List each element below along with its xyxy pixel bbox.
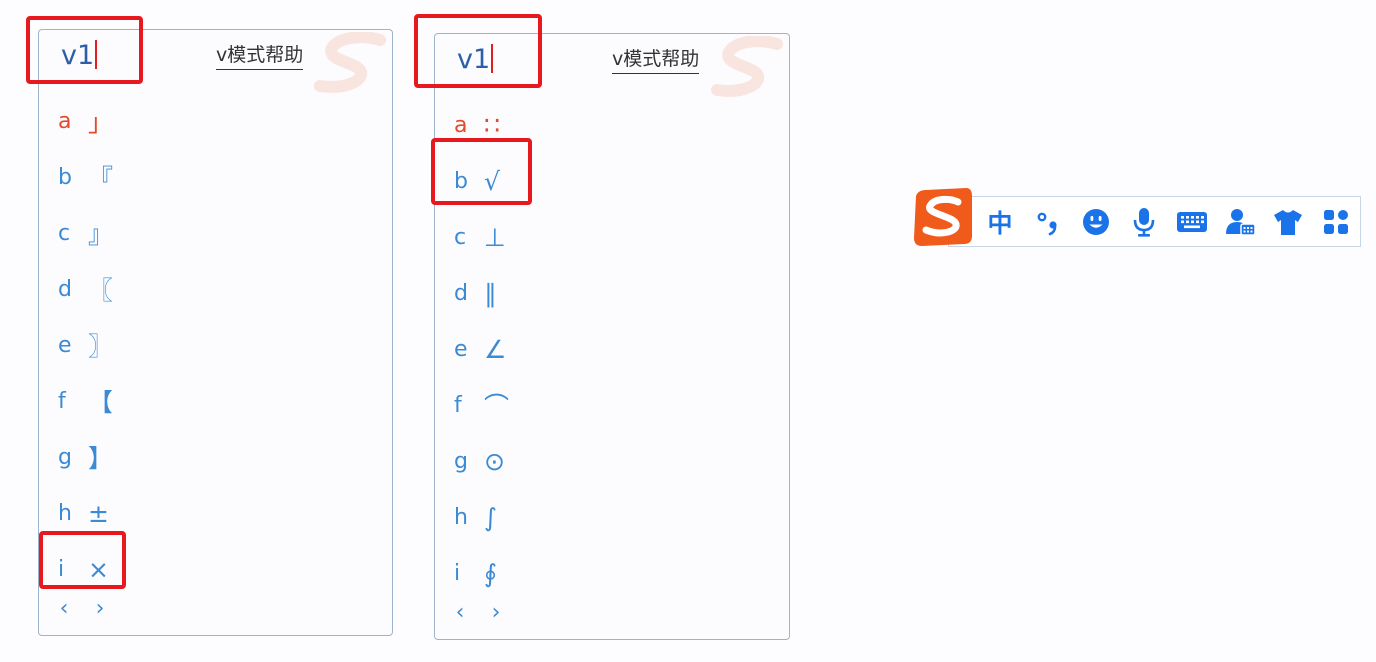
candidate-key: f: [58, 388, 66, 414]
candidate-item[interactable]: d ∥: [454, 265, 509, 321]
pager: ‹ ›: [57, 596, 107, 621]
keyboard-icon[interactable]: [1174, 204, 1210, 240]
v-mode-help-link[interactable]: v模式帮助: [612, 46, 700, 74]
candidate-symbol: ∫: [484, 502, 498, 532]
candidate-item[interactable]: b 『: [58, 149, 113, 205]
toolbox-grid-icon[interactable]: [1318, 204, 1354, 240]
candidate-symbol: 】: [88, 444, 114, 473]
candidate-item[interactable]: b √: [454, 153, 509, 209]
candidate-symbol: 〗: [88, 332, 114, 361]
punctuation-icon[interactable]: [1030, 204, 1066, 240]
candidate-key: h: [58, 500, 72, 526]
candidate-symbol: 【: [88, 388, 114, 417]
candidate-symbol: ⌒: [484, 392, 510, 421]
candidate-item[interactable]: i ×: [58, 541, 113, 597]
candidate-panel-1: v1 v模式帮助 a」 b 『c』 d 〖 e 〗 f 【g】 h ± i × ‹ ›: [38, 29, 393, 636]
composition-value: v1: [61, 40, 95, 71]
candidate-symbol: 〖: [88, 276, 114, 305]
sogou-logo-watermark-icon: [314, 32, 386, 93]
candidate-item[interactable]: a」: [58, 93, 113, 149]
user-account-icon[interactable]: [1222, 204, 1258, 240]
next-page-button[interactable]: ›: [93, 596, 107, 621]
candidate-key: a: [58, 108, 72, 134]
next-page-button[interactable]: ›: [489, 600, 503, 625]
candidate-item[interactable]: h ±: [58, 485, 113, 541]
candidate-key: e: [58, 332, 72, 358]
candidate-key: a: [454, 112, 468, 138]
candidate-key: f: [454, 392, 462, 418]
candidate-key: d: [58, 276, 72, 302]
candidate-symbol: ∠: [484, 334, 507, 364]
candidate-symbol: ∥: [484, 278, 497, 308]
candidate-symbol: ∷: [484, 110, 500, 140]
pager: ‹ ›: [453, 600, 503, 625]
candidate-key: g: [58, 444, 72, 470]
microphone-icon[interactable]: [1126, 204, 1162, 240]
candidate-item[interactable]: c ⊥: [454, 209, 509, 265]
candidate-symbol: 」: [88, 108, 114, 137]
candidate-list: a ∷ b √ c ⊥ d ∥ e ∠ f ⌒ g ⊙ h ∫ i ∮: [454, 97, 509, 601]
candidate-symbol: 『: [88, 164, 114, 193]
candidate-symbol: ⊥: [484, 222, 506, 252]
emoji-icon[interactable]: [1078, 204, 1114, 240]
candidate-item[interactable]: h ∫: [454, 489, 509, 545]
candidate-symbol: 』: [88, 220, 114, 249]
candidate-symbol: √: [484, 166, 500, 196]
candidate-key: c: [454, 224, 467, 250]
candidate-item[interactable]: d 〖: [58, 261, 113, 317]
candidate-key: h: [454, 504, 468, 530]
sogou-logo-icon[interactable]: [910, 186, 974, 248]
text-caret: [95, 40, 98, 69]
candidate-symbol: ×: [88, 554, 109, 584]
candidate-key: b: [58, 164, 72, 190]
candidate-key: i: [58, 556, 65, 582]
candidate-symbol: ⊙: [484, 446, 505, 476]
candidate-symbol: ±: [88, 498, 109, 528]
toolbar-items: 中: [982, 204, 1366, 240]
candidate-key: i: [454, 560, 461, 586]
candidate-list: a」 b 『c』 d 〖 e 〗 f 【g】 h ± i ×: [58, 93, 113, 597]
candidate-item[interactable]: f ⌒: [454, 377, 509, 433]
candidate-item[interactable]: e 〗: [58, 317, 113, 373]
candidate-item[interactable]: e ∠: [454, 321, 509, 377]
composition-text[interactable]: v1: [61, 39, 98, 73]
candidate-panel-2: v1 v模式帮助 a ∷ b √ c ⊥ d ∥ e ∠ f ⌒ g ⊙ h ∫ i ∮ ‹ ›: [434, 33, 790, 640]
prev-page-button[interactable]: ‹: [453, 600, 467, 625]
composition-text[interactable]: v1: [457, 43, 494, 77]
skin-shirt-icon[interactable]: [1270, 204, 1306, 240]
candidate-key: c: [58, 220, 71, 246]
candidate-item[interactable]: a ∷: [454, 97, 509, 153]
candidate-key: e: [454, 336, 468, 362]
candidate-key: g: [454, 448, 468, 474]
composition-value: v1: [457, 44, 491, 75]
sogou-logo-watermark-icon: [711, 36, 783, 97]
candidate-item[interactable]: g ⊙: [454, 433, 509, 489]
candidate-item[interactable]: i ∮: [454, 545, 509, 601]
candidate-symbol: ∮: [484, 558, 498, 588]
candidate-item[interactable]: f 【: [58, 373, 113, 429]
v-mode-help-link[interactable]: v模式帮助: [216, 42, 304, 70]
candidate-key: d: [454, 280, 468, 306]
chinese-mode-button[interactable]: 中: [982, 204, 1018, 240]
candidate-item[interactable]: c』: [58, 205, 113, 261]
prev-page-button[interactable]: ‹: [57, 596, 71, 621]
candidate-item[interactable]: g】: [58, 429, 113, 485]
text-caret: [491, 44, 494, 73]
candidate-key: b: [454, 168, 468, 194]
